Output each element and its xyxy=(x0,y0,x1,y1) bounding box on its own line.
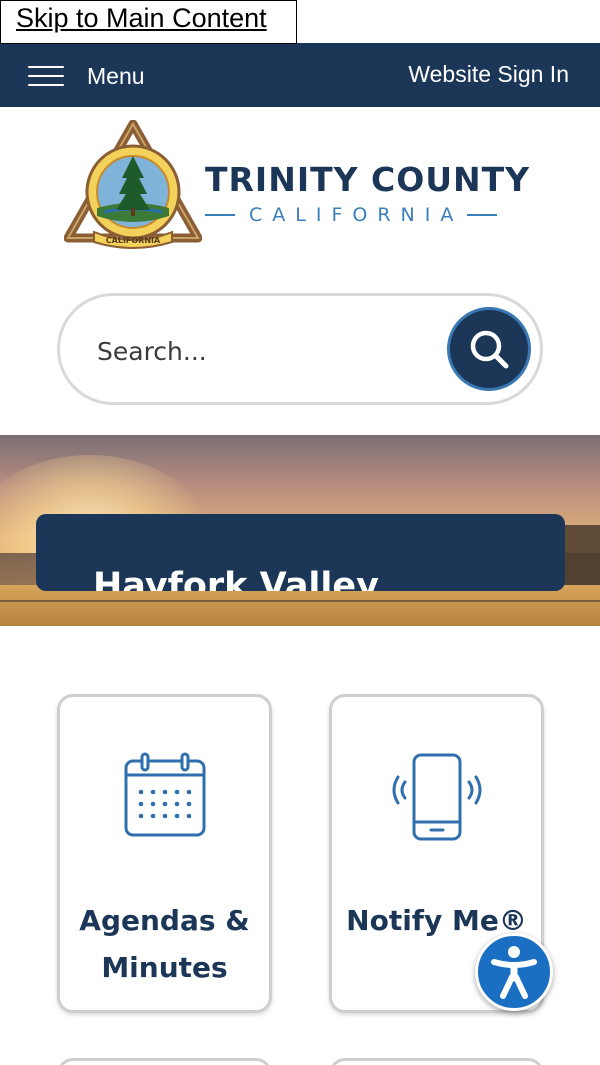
subtitle-rule-right xyxy=(467,214,498,216)
mobile-phone-icon xyxy=(392,753,481,841)
search-bar xyxy=(57,293,543,405)
hero-caption-card[interactable]: Hayfork Valley xyxy=(36,514,565,591)
search-button[interactable] xyxy=(447,307,531,391)
hero-banner: Hayfork Valley xyxy=(0,435,600,626)
website-sign-in-link[interactable]: Website Sign In xyxy=(408,61,569,88)
logo-title: TRINITY COUNTY xyxy=(205,160,531,199)
calendar-icon xyxy=(124,752,205,837)
tile-peek-right[interactable] xyxy=(329,1058,544,1065)
search-input[interactable] xyxy=(97,326,427,376)
search-icon xyxy=(470,330,509,369)
logo-subtitle-text: CALIFORNIA xyxy=(249,204,464,226)
tile-label: Agendas & Minutes xyxy=(60,897,269,991)
accessibility-icon xyxy=(491,946,537,999)
site-logo[interactable]: CALIFORNIA TRINITY COUNTY CALIFORNIA xyxy=(64,120,544,252)
accessibility-button[interactable] xyxy=(475,933,553,1011)
tile-label-line-1: Agendas & xyxy=(79,904,250,937)
fence-line xyxy=(0,600,600,602)
field xyxy=(0,585,600,626)
hamburger-icon xyxy=(28,63,64,89)
subtitle-rule-left xyxy=(205,214,235,216)
logo-subtitle: CALIFORNIA xyxy=(205,204,498,226)
menu-button[interactable]: Menu xyxy=(28,59,145,93)
tile-label-line-2: Minutes xyxy=(101,951,228,984)
tile-peek-left[interactable] xyxy=(57,1058,272,1065)
top-navigation-bar: Menu Website Sign In xyxy=(0,43,600,107)
menu-label: Menu xyxy=(87,62,145,89)
tile-agendas-minutes[interactable]: Agendas & Minutes xyxy=(57,694,272,1013)
seal-label: CALIFORNIA xyxy=(106,236,161,245)
county-seal-icon: CALIFORNIA xyxy=(64,120,202,249)
skip-to-main-content-link[interactable]: Skip to Main Content xyxy=(0,0,297,44)
hero-caption: Hayfork Valley xyxy=(93,566,379,591)
